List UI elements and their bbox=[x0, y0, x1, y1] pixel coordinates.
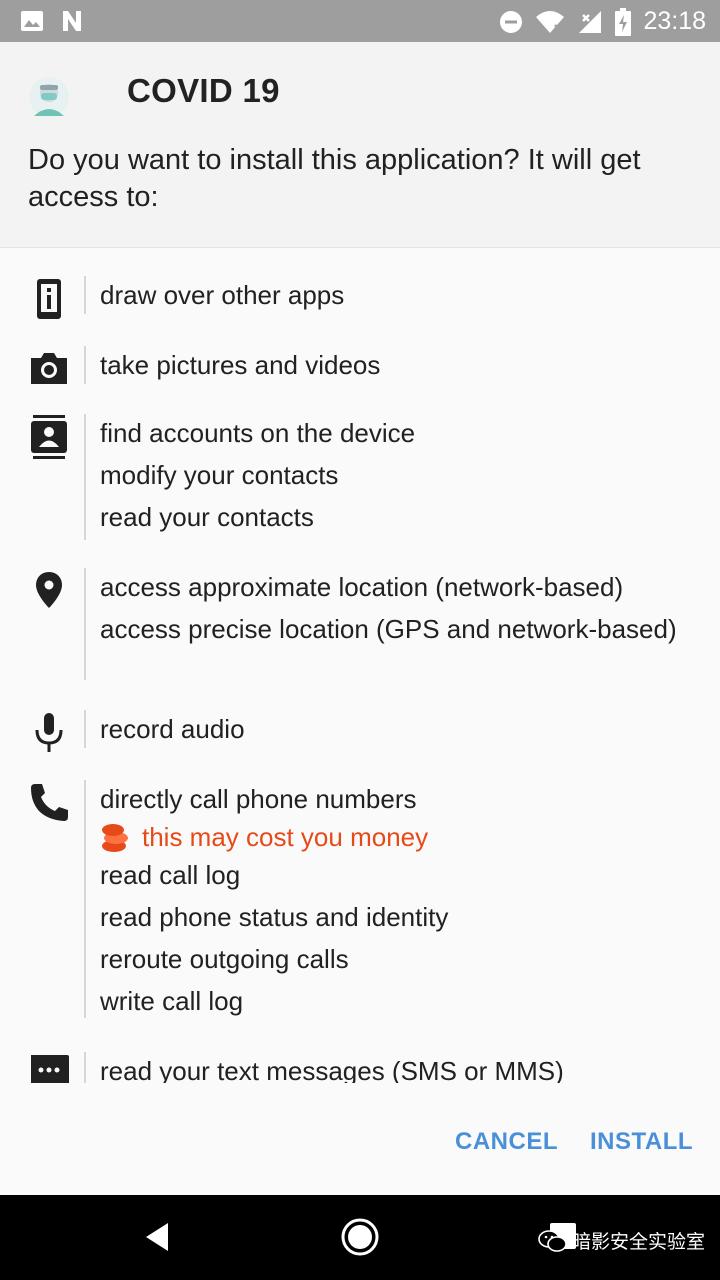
cost-warning: this may cost you money bbox=[100, 822, 680, 860]
signal-icon bbox=[579, 10, 602, 33]
permission-item: write call log bbox=[100, 986, 244, 1016]
permission-item: access precise location (GPS and network… bbox=[100, 614, 677, 644]
dialog-actions: CANCEL INSTALL bbox=[0, 1083, 720, 1195]
contacts-icon bbox=[31, 415, 67, 459]
app-title: COVID 19 bbox=[127, 72, 280, 109]
watermark-text: 暗影安全实验室 bbox=[572, 1232, 706, 1253]
wechat-icon bbox=[538, 1229, 567, 1252]
permission-item: modify your contacts bbox=[100, 460, 339, 490]
permission-item: record audio bbox=[100, 714, 245, 744]
permission-item: access approximate location (network-bas… bbox=[100, 572, 624, 602]
permissions-list[interactable]: draw over other apps take pictures and v… bbox=[0, 248, 720, 1083]
group-divider bbox=[84, 414, 86, 540]
permission-item: take pictures and videos bbox=[100, 350, 381, 380]
navigation-bar: 暗影安全实验室 bbox=[0, 1195, 720, 1280]
group-divider bbox=[84, 568, 86, 680]
permission-item: directly call phone numbers bbox=[100, 784, 417, 814]
permission-item: read your text messages (SMS or MMS) bbox=[100, 1056, 564, 1083]
home-icon[interactable] bbox=[340, 1217, 380, 1257]
permission-item: reroute outgoing calls bbox=[100, 944, 349, 974]
group-divider bbox=[84, 710, 86, 748]
wifi-icon bbox=[536, 10, 565, 33]
install-prompt: Do you want to install this application?… bbox=[28, 144, 641, 213]
phone-device-icon bbox=[37, 279, 61, 319]
dnd-icon bbox=[500, 10, 523, 33]
phone-call-icon bbox=[31, 784, 68, 821]
image-icon bbox=[21, 11, 43, 31]
group-divider bbox=[84, 780, 86, 1018]
permission-item: read your contacts bbox=[100, 502, 314, 532]
coins-icon bbox=[102, 824, 128, 852]
install-button[interactable]: INSTALL bbox=[590, 1128, 693, 1156]
message-icon bbox=[31, 1055, 69, 1083]
permission-item: read phone status and identity bbox=[100, 902, 449, 932]
group-divider bbox=[84, 1052, 86, 1083]
permission-item: find accounts on the device bbox=[100, 418, 416, 448]
permission-item: read call log bbox=[100, 860, 241, 890]
back-icon[interactable] bbox=[142, 1221, 172, 1253]
watermark: 暗影安全实验室 bbox=[538, 1227, 705, 1254]
n-logo-icon bbox=[63, 11, 81, 31]
battery-icon bbox=[615, 7, 632, 36]
permission-item: draw over other apps bbox=[100, 280, 345, 310]
group-divider bbox=[84, 276, 86, 314]
clock: 23:18 bbox=[643, 7, 706, 35]
install-dialog-header: COVID 19 Do you want to install this app… bbox=[0, 42, 720, 248]
camera-icon bbox=[31, 353, 67, 384]
cancel-button[interactable]: CANCEL bbox=[455, 1128, 558, 1156]
group-divider bbox=[84, 346, 86, 384]
cost-warning-text: this may cost you money bbox=[142, 822, 429, 852]
location-pin-icon bbox=[36, 572, 62, 608]
app-icon bbox=[29, 77, 69, 117]
status-bar: 23:18 bbox=[0, 0, 720, 42]
microphone-icon bbox=[35, 713, 63, 752]
